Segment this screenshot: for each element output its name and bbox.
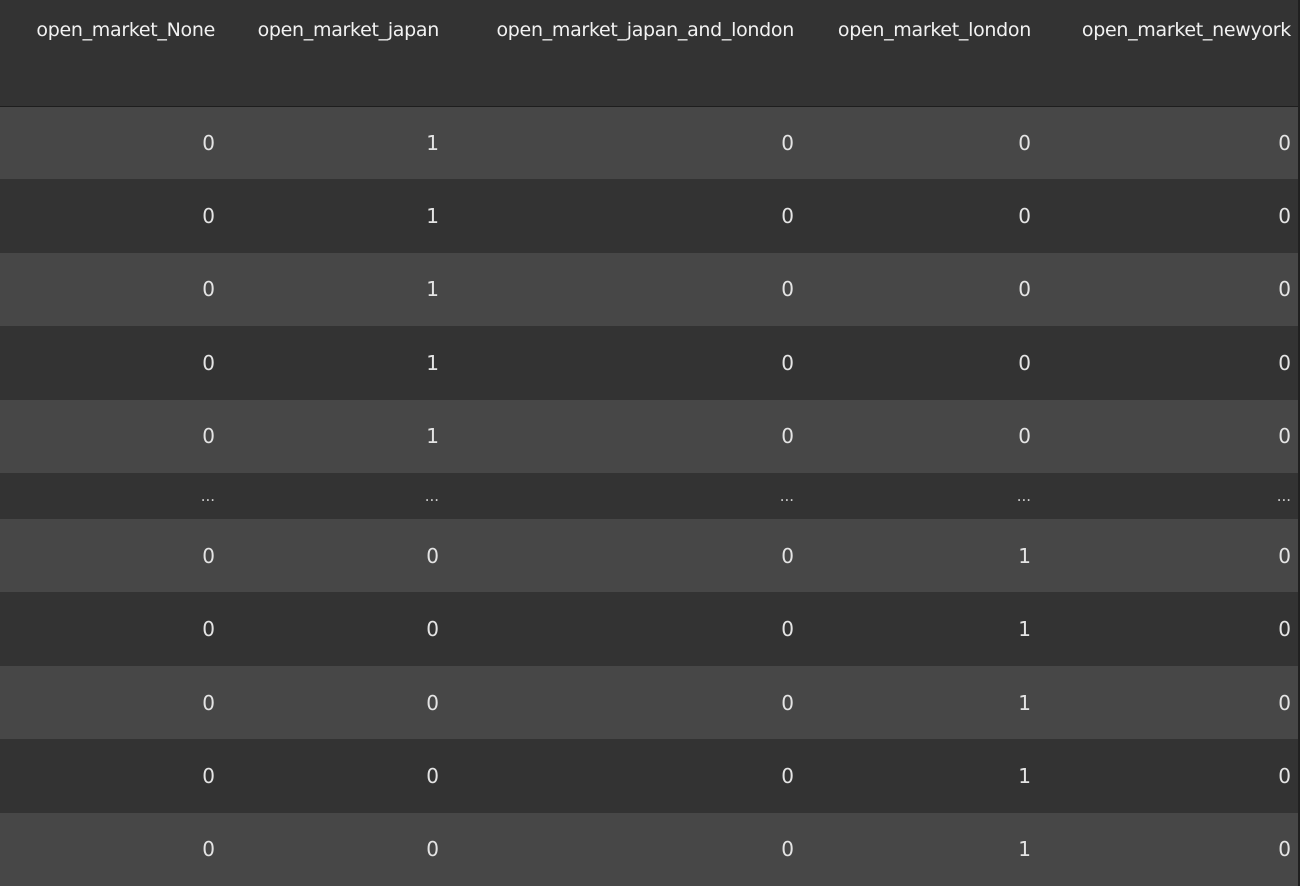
- table-header: open_market_None open_market_japan open_…: [0, 0, 1298, 106]
- table-row: 0 0 0 1 0: [0, 519, 1298, 593]
- table-cell: 0: [781, 350, 794, 375]
- table-cell: 1: [1018, 543, 1031, 568]
- table-cell: 0: [1278, 277, 1291, 302]
- table-cell: 0: [781, 763, 794, 788]
- table-row: 0 1 0 0 0: [0, 326, 1298, 400]
- table-cell: 0: [426, 837, 439, 862]
- table-cell: 0: [781, 204, 794, 229]
- table-cell: 0: [202, 277, 215, 302]
- table-cell: 0: [202, 130, 215, 155]
- table-cell: 0: [781, 543, 794, 568]
- column-header-open-market-london: open_market_london: [837, 19, 1031, 41]
- table-cell: 1: [426, 424, 439, 449]
- header-row: open_market_None open_market_japan open_…: [0, 0, 1298, 106]
- table-cell: 0: [1278, 690, 1291, 715]
- table-cell: 0: [202, 763, 215, 788]
- table-cell: 0: [202, 424, 215, 449]
- ellipsis-cell: ...: [424, 486, 439, 505]
- table-row: 0 0 0 1 0: [0, 665, 1298, 740]
- table-cell: 0: [202, 350, 215, 375]
- table-cell: 0: [426, 617, 439, 642]
- table-cell: 1: [1018, 763, 1031, 788]
- table-cell: 1: [426, 350, 439, 375]
- ellipsis-cell: ...: [1276, 486, 1291, 505]
- table-cell: 0: [781, 690, 794, 715]
- table-cell: 0: [426, 543, 439, 568]
- ellipsis-cell: ...: [200, 486, 215, 505]
- table-cell: 0: [202, 204, 215, 229]
- table-cell: 0: [781, 130, 794, 155]
- table-cell: 0: [202, 690, 215, 715]
- table-cell: 0: [1278, 763, 1291, 788]
- table-cell: 0: [1278, 204, 1291, 229]
- table-cell: 0: [426, 763, 439, 788]
- table-row: 0 0 0 1 0: [0, 812, 1298, 886]
- table-cell: 0: [202, 543, 215, 568]
- table-cell: 0: [781, 837, 794, 862]
- table-body: 0 1 0 0 0 0 1 0 0 0 0 1 0 0 0 0 1 0 0 0: [0, 106, 1298, 886]
- column-header-open-market-none: open_market_None: [36, 19, 215, 41]
- table-cell: 0: [1278, 837, 1291, 862]
- table-cell: 0: [1018, 277, 1031, 302]
- table-cell: 1: [1018, 617, 1031, 642]
- table-row: 0 0 0 1 0: [0, 592, 1298, 666]
- table-cell: 0: [1278, 130, 1291, 155]
- ellipsis-cell: ...: [779, 486, 794, 505]
- table-cell: 0: [1018, 424, 1031, 449]
- table-cell: 0: [1278, 350, 1291, 375]
- table-row: 0 1 0 0 0: [0, 106, 1298, 180]
- column-header-open-market-japan: open_market_japan: [257, 19, 440, 41]
- table-cell: 0: [1278, 424, 1291, 449]
- table-row: 0 1 0 0 0: [0, 252, 1298, 327]
- table-cell: 1: [1018, 690, 1031, 715]
- table-cell: 0: [1018, 130, 1031, 155]
- column-header-open-market-newyork: open_market_newyork: [1081, 19, 1291, 41]
- table-cell: 0: [1018, 350, 1031, 375]
- dataframe-table: open_market_None open_market_japan open_…: [0, 0, 1298, 886]
- table-cell: 0: [1018, 204, 1031, 229]
- table-cell: 1: [1018, 837, 1031, 862]
- table-cell: 0: [426, 690, 439, 715]
- ellipsis-cell: ...: [1016, 486, 1031, 505]
- table-cell: 1: [426, 277, 439, 302]
- table-cell: 0: [202, 837, 215, 862]
- table-cell: 1: [426, 130, 439, 155]
- table-cell: 1: [426, 204, 439, 229]
- table-cell: 0: [1278, 543, 1291, 568]
- table-cell: 0: [781, 617, 794, 642]
- ellipsis-row: ... ... ... ... ...: [0, 472, 1298, 520]
- table-cell: 0: [781, 424, 794, 449]
- column-header-open-market-japan-and-london: open_market_japan_and_london: [496, 19, 794, 41]
- table-row: 0 1 0 0 0: [0, 179, 1298, 253]
- table-cell: 0: [1278, 617, 1291, 642]
- table-row: 0 1 0 0 0: [0, 399, 1298, 473]
- table-cell: 0: [202, 617, 215, 642]
- table-row: 0 0 0 1 0: [0, 739, 1298, 813]
- table-cell: 0: [781, 277, 794, 302]
